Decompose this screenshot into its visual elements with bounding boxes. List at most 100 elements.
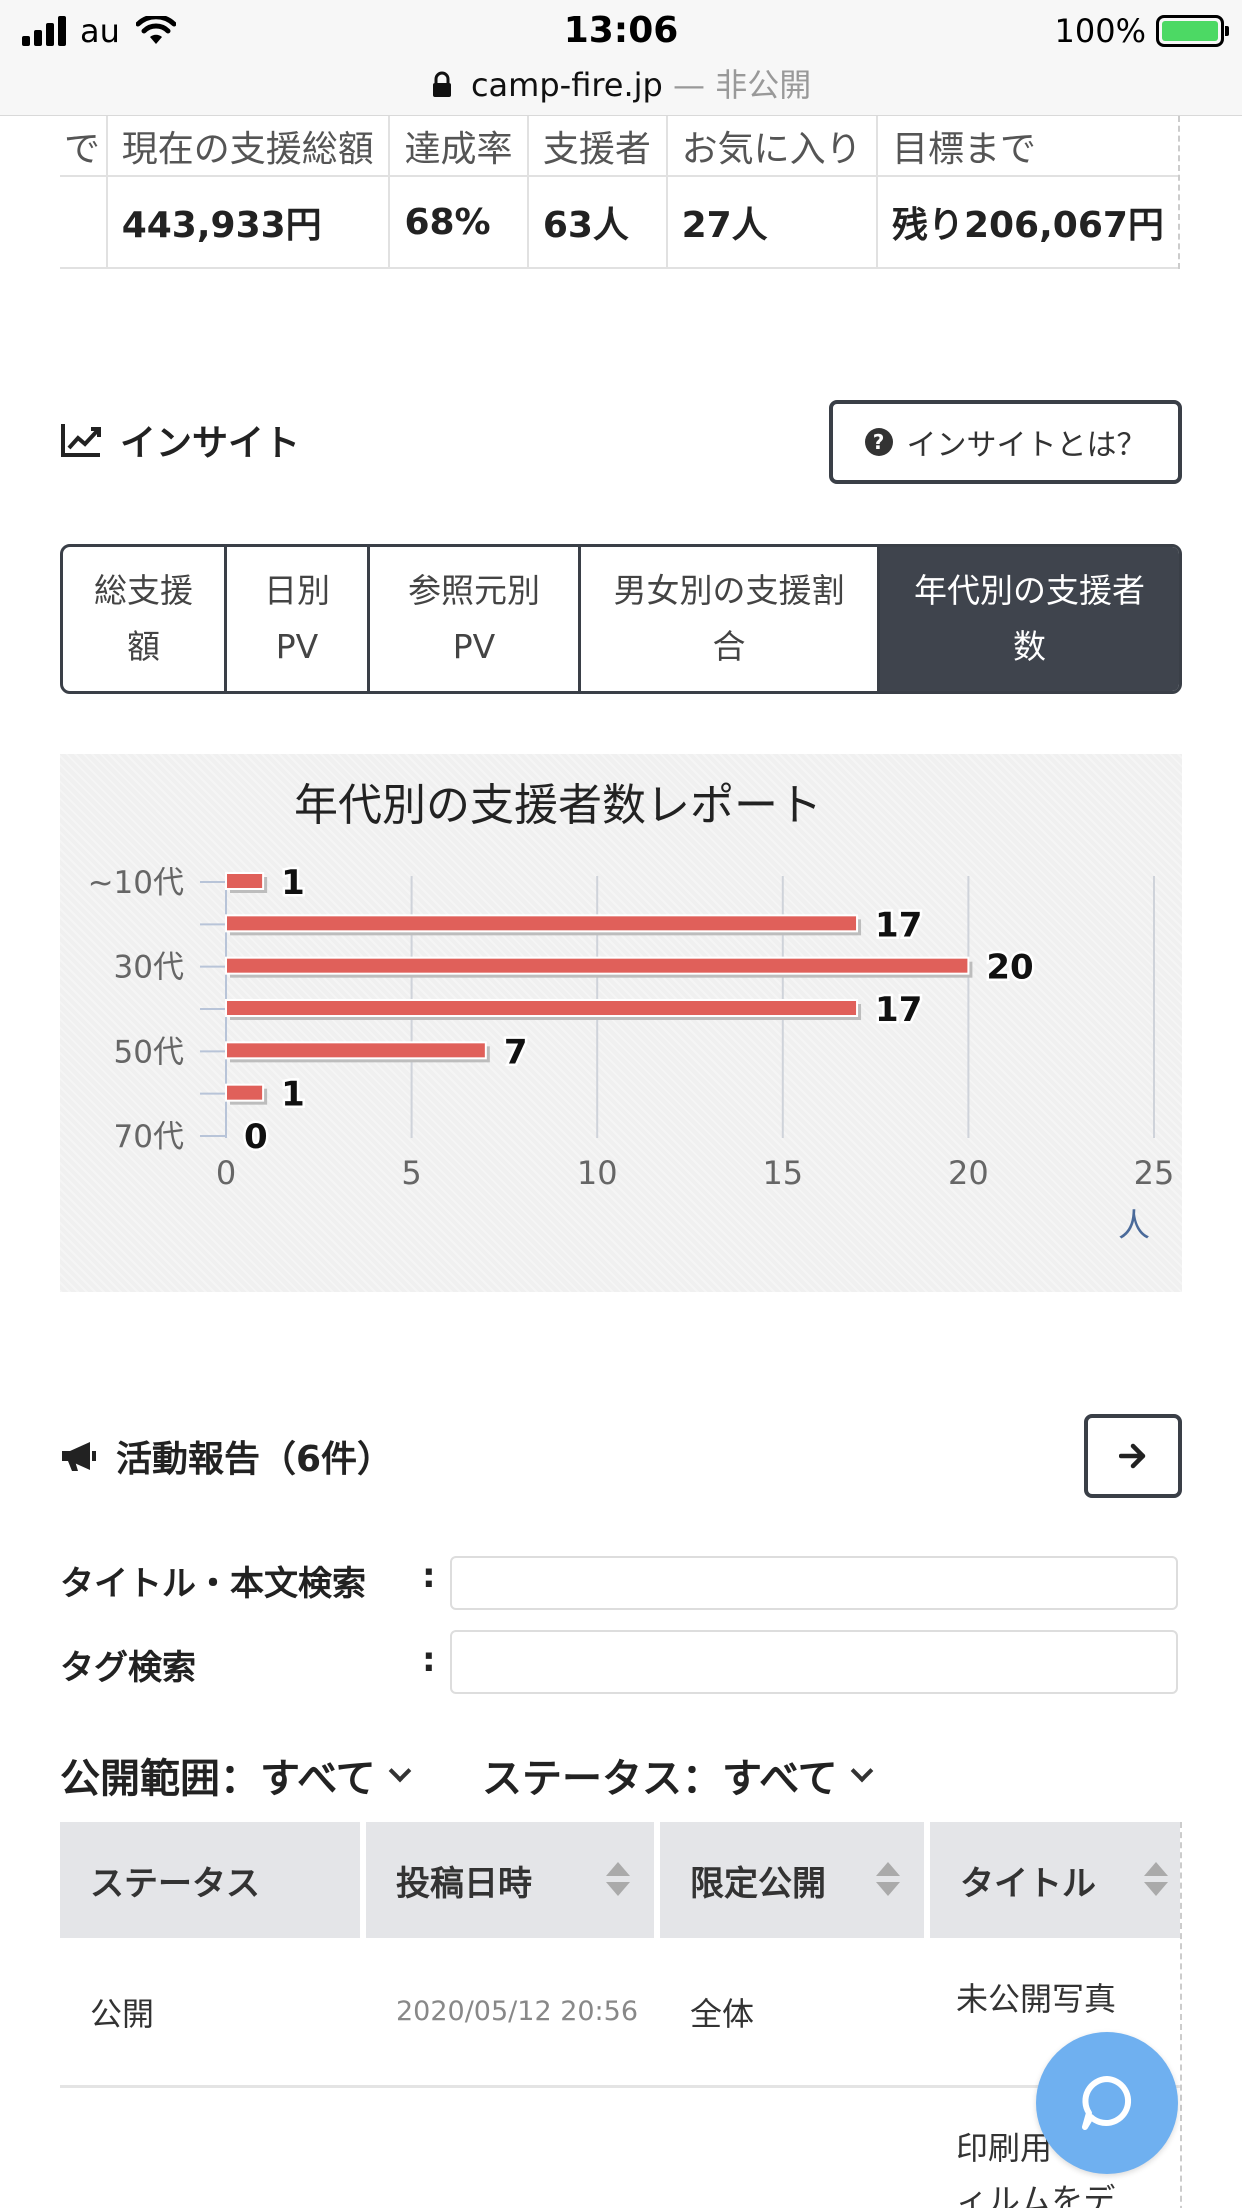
activity-heading: 活動報告（6件） xyxy=(60,1430,393,1482)
row-date: 2020/05/12 20:56 xyxy=(396,1996,639,2027)
activity-title: 活動報告（6件） xyxy=(116,1439,394,1480)
status-filter-dropdown[interactable]: ステータス：すべて xyxy=(482,1746,873,1804)
tab-label: 年代別の支援者 xyxy=(914,571,1145,610)
chat-button[interactable] xyxy=(1036,2032,1178,2174)
status-filter-label: ステータス：すべて xyxy=(482,1756,838,1802)
x-tick-label: 15 xyxy=(762,1154,803,1192)
scope-filter-dropdown[interactable]: 公開範囲：すべて xyxy=(60,1746,411,1804)
data-label: 20 xyxy=(986,948,1033,988)
column-limited[interactable]: 限定公開 xyxy=(660,1822,924,1938)
stats-value-rate: 68% xyxy=(388,175,529,269)
insight-help-button[interactable]: ? インサイトとは？ xyxy=(829,400,1182,484)
chevron-down-icon xyxy=(388,1759,411,1783)
bar xyxy=(225,872,265,890)
x-tick-label: 20 xyxy=(948,1154,989,1192)
data-label: 17 xyxy=(875,990,922,1030)
tab-gender-ratio[interactable]: 男女別の支援割合 xyxy=(581,547,880,691)
column-title[interactable]: タイトル xyxy=(930,1822,1180,1938)
stats-header: 目標まで xyxy=(875,116,1178,177)
url-suffix: — 非公開 xyxy=(673,66,812,104)
data-label: 1 xyxy=(281,863,305,903)
tab-label: 日別 xyxy=(264,571,330,610)
tab-daily-pv[interactable]: 日別 PV xyxy=(227,547,370,691)
tab-label: 総支援 xyxy=(94,571,193,610)
tab-label: 参照元別 xyxy=(408,571,540,610)
row-title-link[interactable]: 未公開写真 xyxy=(930,1974,1180,2020)
column-label: 限定公開 xyxy=(690,1863,826,1904)
column-label: 投稿日時 xyxy=(396,1863,532,1904)
y-tick-label: 70代 xyxy=(114,1119,184,1155)
data-label: 7 xyxy=(504,1032,528,1072)
stats-header: お気に入り xyxy=(665,116,878,177)
bar xyxy=(225,1083,265,1102)
tab-label: 合 xyxy=(712,627,746,666)
activity-more-button[interactable] xyxy=(1084,1414,1182,1498)
y-tick-label: ~10代 xyxy=(88,865,184,901)
stats-value-favorites: 27人 xyxy=(665,175,878,269)
tab-label: 男女別の支援割 xyxy=(613,571,845,610)
title-body-search-input[interactable] xyxy=(450,1556,1178,1610)
sort-icon xyxy=(876,1862,900,1902)
url-bar[interactable]: camp-fire.jp — 非公開 xyxy=(0,60,1242,106)
project-stats-table: で 現在の支援総額 達成率 支援者 お気に入り 目標まで 443,933円 68… xyxy=(60,116,1180,269)
data-label: 1 xyxy=(281,1075,305,1115)
insight-heading: インサイト xyxy=(60,414,300,466)
row-scope: 全体 xyxy=(690,1994,755,2033)
bar xyxy=(225,914,859,933)
insight-title: インサイト xyxy=(120,423,301,464)
sort-icon xyxy=(606,1862,630,1902)
bar xyxy=(225,999,859,1017)
stats-header: 現在の支援総額 xyxy=(105,116,391,177)
data-label: 17 xyxy=(875,905,922,945)
tab-age-supporters[interactable]: 年代別の支援者数 xyxy=(880,547,1179,691)
scope-filter-label: 公開範囲：すべて xyxy=(60,1756,376,1802)
bar xyxy=(225,956,970,975)
stats-header: 達成率 xyxy=(388,116,529,177)
stats-header: 支援者 xyxy=(526,116,668,177)
x-axis-unit: 人 xyxy=(1118,1206,1150,1244)
bar xyxy=(225,1041,487,1060)
chevron-down-icon xyxy=(850,1759,873,1783)
row-status: 公開 xyxy=(90,1994,155,2033)
tag-search-label: タグ検索 xyxy=(60,1648,196,1688)
insight-help-label: インサイトとは？ xyxy=(906,428,1147,463)
stats-value-supporters: 63人 xyxy=(526,175,668,269)
tag-search-input[interactable] xyxy=(450,1630,1178,1694)
column-status[interactable]: ステータス xyxy=(60,1822,360,1938)
x-tick-label: 5 xyxy=(401,1154,421,1192)
tab-referrer-pv[interactable]: 参照元別 PV xyxy=(370,547,581,691)
search-label: タイトル・本文検索 xyxy=(60,1564,366,1604)
tab-label: PV xyxy=(275,627,319,666)
status-bar: au 13:06 100% camp-fire.jp — 非公開 xyxy=(0,0,1242,116)
data-label: 0 xyxy=(244,1117,268,1157)
insight-tabs: 総支援額 日別 PV 参照元別 PV 男女別の支援割合 年代別の支援者数 xyxy=(60,544,1182,694)
battery-icon xyxy=(1156,15,1229,47)
column-label: タイトル xyxy=(960,1863,1096,1904)
column-date[interactable]: 投稿日時 xyxy=(366,1822,654,1938)
tab-label: 数 xyxy=(1013,627,1046,666)
megaphone-icon xyxy=(62,1442,96,1471)
lock-icon xyxy=(432,71,451,97)
url-text: camp-fire.jp xyxy=(470,66,663,104)
x-tick-label: 0 xyxy=(216,1154,236,1192)
tab-total-amount[interactable]: 総支援額 xyxy=(63,547,227,691)
x-tick-label: 25 xyxy=(1134,1154,1175,1192)
column-label: ステータス xyxy=(90,1863,260,1904)
x-tick-label: 10 xyxy=(577,1154,618,1192)
activity-report-table: ステータス 投稿日時 限定公開 タイトル 公開 2020/05/12 20:56… xyxy=(60,1822,1182,2208)
colon: : xyxy=(422,1556,436,1596)
colon: : xyxy=(422,1640,436,1680)
chat-bubble-icon xyxy=(1082,2076,1132,2130)
y-tick-label: 30代 xyxy=(114,950,184,986)
tab-label: PV xyxy=(452,627,496,666)
sort-icon xyxy=(1144,1862,1168,1902)
chart-line-icon xyxy=(61,424,101,457)
stats-header-row: で 現在の支援総額 達成率 支援者 お気に入り 目標まで xyxy=(60,116,1178,177)
question-circle-icon: ? xyxy=(864,428,893,456)
stats-value xyxy=(60,175,108,269)
stats-value-remaining: 残り206,067円 xyxy=(875,175,1178,269)
arrow-right-icon xyxy=(1119,1443,1146,1469)
tab-label: 額 xyxy=(127,627,160,666)
stats-header: で xyxy=(60,116,108,177)
stats-value-row: 443,933円 68% 63人 27人 残り206,067円 xyxy=(60,175,1178,269)
